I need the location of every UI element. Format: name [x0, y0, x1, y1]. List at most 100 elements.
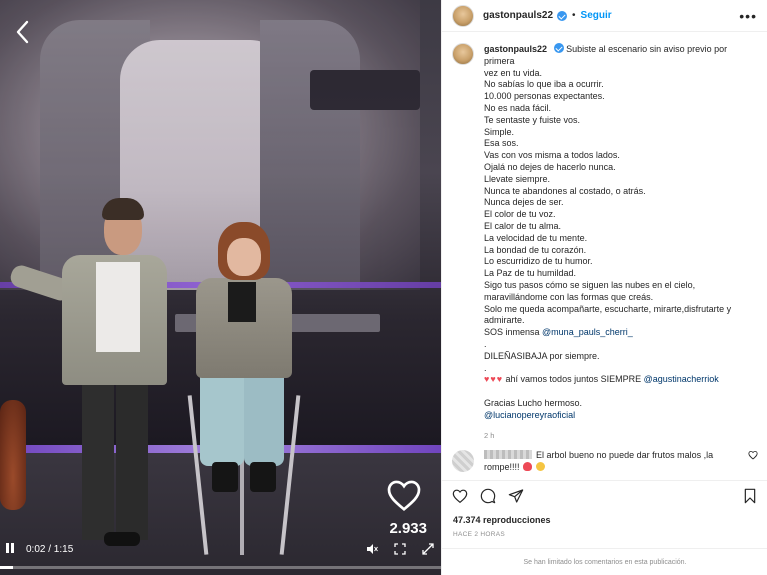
video-progress-bar[interactable]: [0, 566, 441, 569]
expand-icon: [422, 543, 434, 555]
caption-line: Simple.: [484, 126, 515, 137]
comment-line: El arbol bueno no puede dar frutos malos…: [536, 450, 714, 460]
post-actions: [442, 480, 767, 510]
pause-button[interactable]: [6, 543, 18, 555]
heart-outline-icon: [387, 480, 421, 512]
username-link[interactable]: gastonpauls22: [483, 10, 553, 21]
mention-link[interactable]: @lucianopereyraoficial: [484, 410, 758, 422]
instagram-post-view: 2.933 0:02 / 1:15 gastonpauls22 • Seguir…: [0, 0, 767, 575]
caption-line: No es nada fácil.: [484, 102, 552, 113]
man-hair: [102, 198, 144, 220]
caption-line: La velocidad de tu mente.: [484, 232, 588, 243]
comment-line: rompe!!!!: [484, 461, 520, 472]
comment-like-icon[interactable]: [748, 450, 758, 460]
caption-line: DILEÑASIBAJA por siempre.: [484, 350, 600, 361]
caption-line: Nunca te abandones al costado, o atrás.: [484, 185, 646, 196]
caption-line: La Paz de tu humildad.: [484, 268, 577, 279]
caption-line-mention: SOS inmensa @muna_pauls_cherri_: [484, 327, 758, 339]
follow-button[interactable]: Seguir: [581, 10, 612, 21]
more-options-icon[interactable]: •••: [739, 8, 757, 24]
girl-jeans-right: [244, 370, 284, 466]
back-button[interactable]: [12, 18, 34, 46]
caption-line: Esa sos.: [484, 138, 519, 149]
screen-figure-jacket-right: [260, 20, 360, 290]
man-leg-right: [116, 380, 148, 540]
caption-line: Nunca dejes de ser.: [484, 197, 564, 208]
video-progress-fill: [0, 566, 14, 569]
avatar[interactable]: [452, 4, 474, 27]
red-hearts-emoji: ♥♥♥: [484, 374, 504, 385]
girl-shoe-left: [212, 462, 238, 492]
avatar[interactable]: [452, 43, 474, 65]
girl-jeans-left: [200, 370, 244, 466]
stage-guitar: [0, 400, 26, 510]
caption-line: Llevate siempre.: [484, 173, 551, 184]
caption-line-mention: ♥♥♥ ahí vamos todos juntos SIEMPRE @agus…: [484, 374, 758, 386]
girl-shoe-right: [250, 462, 276, 492]
commenter-avatar[interactable]: [452, 450, 474, 472]
video-player[interactable]: 2.933 0:02 / 1:15: [0, 0, 441, 575]
like-heart-icon[interactable]: [452, 488, 468, 504]
clapping-hands-emoji: [535, 461, 545, 471]
share-paper-plane-icon[interactable]: [508, 488, 524, 504]
caption-line: Sigo tus pasos cómo se siguen las nubes …: [484, 279, 696, 290]
caption-line: El color de tu voz.: [484, 209, 556, 220]
comment-item: El arbol bueno no puede dar frutos malos…: [452, 450, 758, 473]
caption-line: Te sentaste y fuiste vos.: [484, 114, 581, 125]
caption-line: Solo me queda acompañarte, escucharte, m…: [484, 303, 732, 314]
caption-text: ahí vamos todos juntos SIEMPRE: [503, 374, 642, 385]
bookmark-icon[interactable]: [742, 488, 758, 504]
stage-background-screen: [0, 0, 420, 290]
speaker-muted-icon: [367, 544, 378, 554]
post-timestamp[interactable]: HACE 2 HORAS: [453, 531, 505, 538]
caption-time[interactable]: 2 h: [484, 430, 758, 442]
comment-text: El arbol bueno no puede dar frutos malos…: [484, 450, 742, 473]
post-header: gastonpauls22 • Seguir •••: [442, 0, 767, 32]
red-heart-emoji: [523, 461, 533, 471]
verified-badge-icon: [553, 43, 564, 53]
girl-face: [227, 238, 261, 276]
video-like-button[interactable]: [386, 478, 422, 512]
caption-line: .: [484, 362, 487, 373]
caption-line: El calor de tu alma.: [484, 220, 562, 231]
caption-first-line: gastonpauls22 Subiste al escenario sin a…: [484, 43, 758, 68]
caption-text: SOS inmensa: [484, 327, 540, 338]
caption-line: admirarte.: [484, 315, 525, 326]
screen-microphone: [310, 70, 420, 110]
mute-button[interactable]: [365, 542, 379, 556]
caption-line: maravillándome con las formas que creás.: [484, 291, 654, 302]
man-leg-left: [82, 380, 114, 540]
caption-body: gastonpauls22 Subiste al escenario sin a…: [452, 43, 758, 441]
comment-bubble-icon[interactable]: [480, 488, 496, 504]
view-count: 47.374 reproducciones: [453, 515, 551, 525]
mention-link[interactable]: @agustinacherriok: [644, 374, 719, 384]
caption-line: Gracias Lucho hermoso.: [484, 397, 583, 408]
commenter-username-blurred[interactable]: [484, 450, 532, 459]
verified-badge-icon: [557, 10, 568, 21]
player-controls: 0:02 / 1:15: [0, 538, 441, 560]
fullscreen-icon: [394, 543, 406, 555]
post-sidebar: gastonpauls22 • Seguir ••• gastonpauls22…: [441, 0, 767, 575]
caption-line: .: [484, 338, 487, 349]
post-caption: gastonpauls22 Subiste al escenario sin a…: [452, 43, 758, 441]
mention-link[interactable]: @muna_pauls_cherri_: [542, 327, 633, 337]
pause-icon: [11, 543, 14, 553]
caption-line: Vas con vos misma a todos lados.: [484, 150, 620, 161]
comments-limited-notice: Se han limitado los comentarios en esta …: [442, 548, 767, 575]
girl-top: [228, 282, 256, 322]
caption-line: 10.000 personas expectantes.: [484, 91, 605, 102]
man-shirt: [96, 262, 140, 352]
separator-dot: •: [572, 10, 576, 21]
pause-icon: [6, 543, 9, 553]
caption-line: vez en tu vida.: [484, 67, 543, 78]
caption-line: Ojalá no dejes de hacerlo nunca.: [484, 161, 616, 172]
caption-line: Lo escurridizo de tu humor.: [484, 256, 593, 267]
expand-button[interactable]: [421, 542, 435, 556]
caption-line: La bondad de tu corazón.: [484, 244, 587, 255]
chevron-left-icon: [16, 20, 29, 44]
video-time: 0:02 / 1:15: [26, 543, 74, 555]
fullscreen-button[interactable]: [393, 542, 407, 556]
caption-username[interactable]: gastonpauls22: [484, 44, 547, 54]
caption-line: No sabías lo que iba a ocurrir.: [484, 79, 604, 90]
